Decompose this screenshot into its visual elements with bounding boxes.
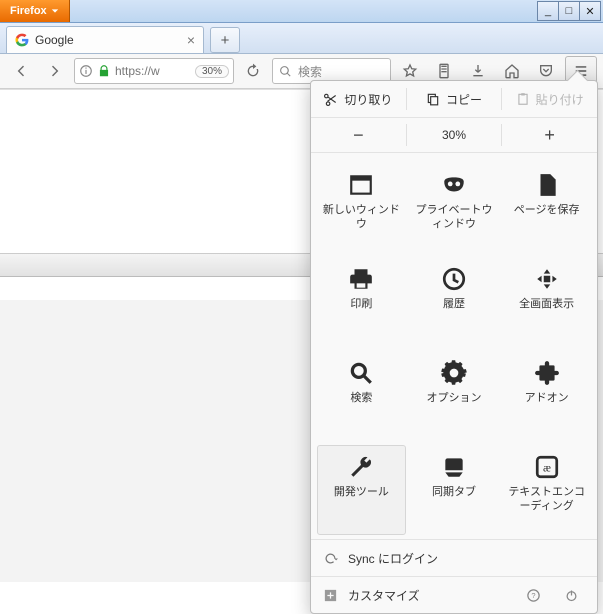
lock-icon <box>97 64 111 78</box>
edit-row: 切り取り コピー 貼り付け <box>311 81 597 118</box>
search-placeholder: 検索 <box>298 63 322 80</box>
developer-tools-item[interactable]: 開発ツール <box>317 445 406 535</box>
scissors-icon <box>324 92 338 106</box>
item-label: 履歴 <box>443 298 465 312</box>
firefox-menu-label: Firefox <box>10 5 47 17</box>
svg-text:?: ? <box>531 591 535 600</box>
mask-icon <box>441 172 467 198</box>
copy-icon <box>426 92 440 106</box>
puzzle-icon <box>534 360 560 386</box>
zoom-in-button[interactable]: + <box>502 125 597 146</box>
item-label: プライベートウィンドウ <box>413 204 496 232</box>
customize-label: カスタマイズ <box>348 587 420 604</box>
info-circle-icon <box>79 64 93 78</box>
item-label: 開発ツール <box>334 486 389 500</box>
cut-label: 切り取り <box>344 91 392 108</box>
history-item[interactable]: 履歴 <box>410 257 499 347</box>
reload-icon <box>245 63 261 79</box>
home-icon <box>504 63 520 79</box>
new-window-item[interactable]: 新しいウィンドウ <box>317 163 406 253</box>
item-label: ページを保存 <box>514 204 580 218</box>
new-tab-button[interactable]: + <box>210 27 240 53</box>
plus-box-icon <box>323 588 338 603</box>
pocket-icon <box>538 63 554 79</box>
encoding-icon: æ <box>534 454 560 480</box>
addons-item[interactable]: アドオン <box>502 351 591 441</box>
zoom-out-button[interactable]: − <box>311 125 406 146</box>
identity-icon[interactable] <box>79 64 93 78</box>
window-icon <box>348 172 374 198</box>
browser-tab[interactable]: Google × <box>6 26 204 53</box>
clock-icon <box>441 266 467 292</box>
arrow-left-icon <box>13 63 29 79</box>
window-titlebar: Firefox _ □ ✕ <box>0 0 603 23</box>
paste-label: 貼り付け <box>536 91 584 108</box>
options-item[interactable]: オプション <box>410 351 499 441</box>
find-item[interactable]: 検索 <box>317 351 406 441</box>
fullscreen-icon <box>534 266 560 292</box>
close-window-button[interactable]: ✕ <box>579 1 601 21</box>
item-label: テキストエンコーディング <box>505 486 588 514</box>
power-icon <box>564 588 579 603</box>
cut-button[interactable]: 切り取り <box>311 91 406 108</box>
paste-button: 貼り付け <box>502 91 597 108</box>
svg-text:æ: æ <box>543 460 551 474</box>
help-icon: ? <box>526 588 541 603</box>
item-label: アドオン <box>525 392 569 406</box>
clipboard-icon <box>436 63 452 79</box>
menu-grid: 新しいウィンドウ プライベートウィンドウ ページを保存 印刷 履歴 全画面表示 … <box>311 153 597 539</box>
google-favicon-icon <box>15 33 29 47</box>
print-item[interactable]: 印刷 <box>317 257 406 347</box>
item-label: 検索 <box>350 392 372 406</box>
forward-button[interactable] <box>40 57 70 85</box>
private-window-item[interactable]: プライベートウィンドウ <box>410 163 499 253</box>
item-label: オプション <box>426 392 481 406</box>
minimize-button[interactable]: _ <box>537 1 559 21</box>
url-text: https://w <box>115 64 191 78</box>
star-icon <box>402 63 418 79</box>
maximize-button[interactable]: □ <box>558 1 580 21</box>
printer-icon <box>348 266 374 292</box>
back-button[interactable] <box>6 57 36 85</box>
tab-close-button[interactable]: × <box>187 33 195 47</box>
window-controls: _ □ ✕ <box>535 0 603 22</box>
download-icon <box>470 63 486 79</box>
item-label: 全画面表示 <box>519 298 574 312</box>
firefox-menu-button[interactable]: Firefox <box>0 0 70 22</box>
zoom-badge[interactable]: 30% <box>195 65 229 78</box>
tab-strip: Google × + <box>0 23 603 54</box>
sync-icon <box>323 551 338 566</box>
synced-tabs-item[interactable]: 同期タブ <box>410 445 499 535</box>
page-icon <box>534 172 560 198</box>
tab-title: Google <box>35 33 74 47</box>
copy-label: コピー <box>446 91 482 108</box>
zoom-row: − 30% + <box>311 118 597 153</box>
arrow-right-icon <box>47 63 63 79</box>
fullscreen-item[interactable]: 全画面表示 <box>502 257 591 347</box>
item-label: 新しいウィンドウ <box>320 204 403 232</box>
wrench-icon <box>348 454 374 480</box>
synced-tabs-icon <box>441 454 467 480</box>
paste-icon <box>516 92 530 106</box>
item-label: 印刷 <box>350 298 372 312</box>
item-label: 同期タブ <box>432 486 476 500</box>
sync-signin-item[interactable]: Sync にログイン <box>311 539 597 576</box>
gear-icon <box>441 360 467 386</box>
save-page-item[interactable]: ページを保存 <box>502 163 591 253</box>
dropdown-icon <box>51 7 59 15</box>
sync-label: Sync にログイン <box>348 550 438 567</box>
url-bar[interactable]: https://w 30% <box>74 58 234 84</box>
help-button[interactable]: ? <box>519 583 547 607</box>
customize-row[interactable]: カスタマイズ ? <box>311 576 597 613</box>
app-menu-panel: 切り取り コピー 貼り付け − 30% + 新しいウィンドウ プライベートウィン… <box>310 80 598 614</box>
quit-button[interactable] <box>557 583 585 607</box>
text-encoding-item[interactable]: æ テキストエンコーディング <box>502 445 591 535</box>
copy-button[interactable]: コピー <box>407 91 502 108</box>
search-icon <box>279 65 292 78</box>
reload-button[interactable] <box>238 57 268 85</box>
zoom-value[interactable]: 30% <box>407 128 502 142</box>
titlebar-spacer <box>70 0 535 22</box>
magnifier-icon <box>348 360 374 386</box>
